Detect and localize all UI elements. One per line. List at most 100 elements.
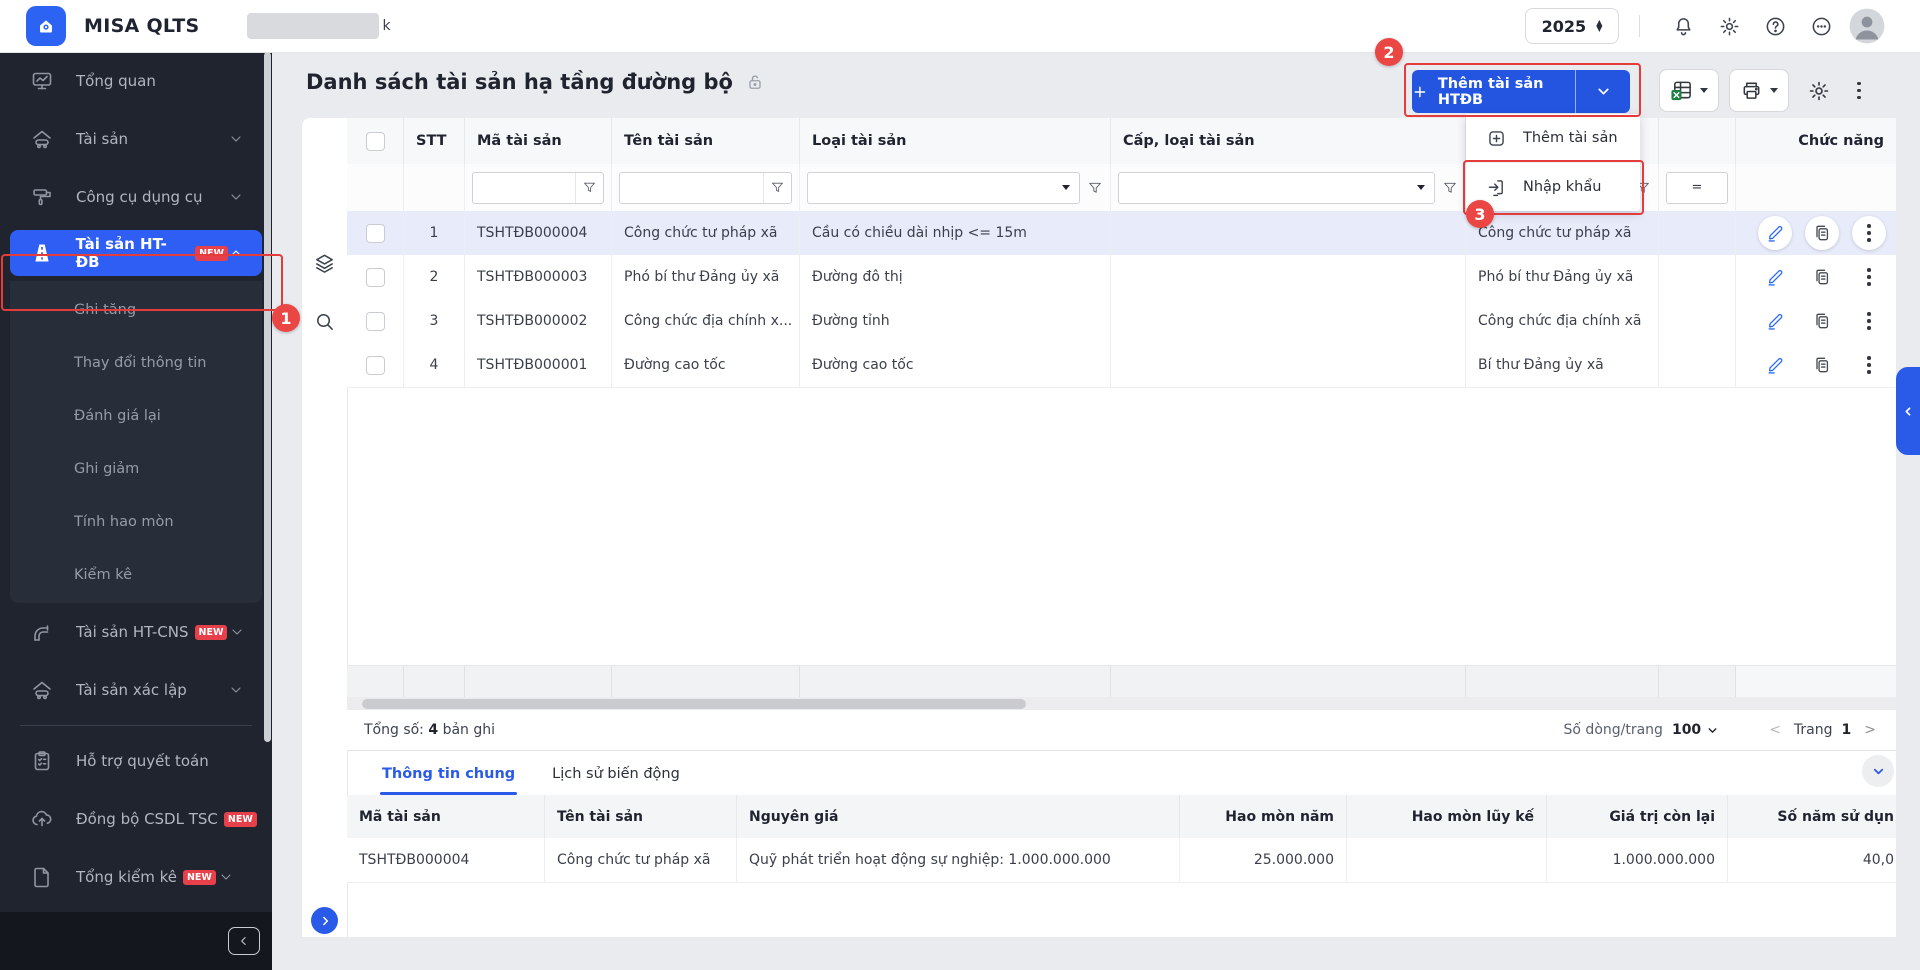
submenu-item-ghi-giam[interactable]: Ghi giảm (10, 442, 262, 495)
tab-lich-su-bien-dong[interactable]: Lịch sử biến động (550, 766, 682, 795)
col-header-ten-tai-san[interactable]: Tên tài sản (612, 118, 800, 164)
filter-ten-tai-san[interactable] (619, 171, 792, 204)
cell-ten-tai-san: Công chức tư pháp xã (612, 211, 800, 255)
cell-loai-tai-san: Đường cao tốc (800, 343, 1111, 387)
sidebar-footer (0, 912, 272, 970)
filter-funnel-icon[interactable] (1442, 180, 1458, 196)
export-excel-button[interactable] (1659, 69, 1719, 112)
sidebar-item-tong-kiem-ke[interactable]: Tổng kiểm kê NEW (0, 848, 272, 906)
table-settings-button[interactable] (1799, 70, 1839, 111)
row-more-button[interactable] (1852, 304, 1886, 338)
submenu-item-tinh-hao-mon[interactable]: Tính hao mòn (10, 495, 262, 548)
table-row[interactable]: 4 TSHTĐB000001 Đường cao tốc Đường cao t… (347, 343, 1896, 388)
filter-ma-tai-san[interactable] (472, 171, 604, 204)
rows-per-page-label: Số dòng/trang (1563, 722, 1663, 738)
filter-cap-loai-tai-san-select[interactable] (1118, 171, 1435, 204)
add-asset-htdb-button[interactable]: Thêm tài sản HTĐB (1412, 70, 1630, 113)
edit-button[interactable] (1758, 260, 1792, 294)
table-row[interactable]: 3 TSHTĐB000002 Công chức địa chính x... … (347, 299, 1896, 344)
caret-down-icon (1417, 185, 1425, 190)
sidebar-item-cong-cu-dung-cu[interactable]: Công cụ dụng cụ (0, 168, 272, 226)
user-avatar[interactable] (1844, 7, 1890, 45)
edit-button[interactable] (1758, 216, 1792, 250)
row-checkbox[interactable] (365, 267, 385, 287)
import-icon (1486, 177, 1507, 198)
row-more-button[interactable] (1852, 348, 1886, 382)
fiscal-year-selector[interactable]: 2025 ▲ ▼ (1525, 8, 1619, 44)
table-row[interactable]: 1 TSHTĐB000004 Công chức tư pháp xã Cầu … (347, 211, 1896, 256)
col-header-cap-loai-tai-san[interactable]: Cấp, loại tài sản (1111, 118, 1466, 164)
add-asset-dropdown-toggle[interactable] (1576, 70, 1630, 113)
sidebar-item-tai-san-ht-db[interactable]: Tài sản HT-ĐB NEW (10, 230, 262, 276)
cell-cap-loai (1111, 255, 1466, 299)
col-header-numeric[interactable] (1659, 118, 1736, 164)
help-icon[interactable] (1752, 15, 1798, 38)
next-page-button[interactable]: > (1860, 722, 1880, 738)
menu-item-them-tai-san[interactable]: Thêm tài sản (1466, 114, 1640, 162)
expand-panel-button[interactable] (311, 907, 338, 934)
add-asset-htdb-main[interactable]: Thêm tài sản HTĐB (1412, 70, 1575, 113)
more-options-icon[interactable] (1798, 15, 1844, 38)
print-button[interactable] (1729, 69, 1789, 112)
filter-funnel-icon[interactable] (1087, 180, 1103, 196)
sidebar-item-dong-bo-csdl-tsc[interactable]: Đồng bộ CSDL TSC NEW (0, 790, 272, 848)
filter-funnel-icon[interactable] (763, 172, 791, 203)
filter-equals-operator[interactable]: = (1666, 171, 1728, 204)
layers-icon[interactable] (313, 252, 336, 275)
row-more-button[interactable] (1852, 216, 1886, 250)
duplicate-button[interactable] (1805, 304, 1839, 338)
submenu-item-ghi-tang[interactable]: Ghi tăng (10, 283, 262, 336)
filter-input[interactable] (620, 173, 763, 203)
settings-gear-icon[interactable] (1706, 15, 1752, 38)
sidebar-item-tong-quan[interactable]: Tổng quan (0, 52, 272, 110)
sidebar-scrollbar[interactable] (264, 52, 271, 742)
sidebar-item-tai-san-ht-cns[interactable]: Tài sản HT-CNS NEW (0, 603, 272, 661)
scrollbar-thumb[interactable] (362, 698, 1026, 709)
filter-funnel-icon[interactable] (575, 172, 603, 203)
detail-collapse-button[interactable] (1862, 755, 1894, 787)
select-all-checkbox[interactable] (365, 131, 385, 151)
duplicate-button[interactable] (1805, 216, 1839, 250)
new-badge: NEW (194, 624, 228, 640)
menu-item-nhap-khau[interactable]: Nhập khẩu (1466, 162, 1640, 211)
row-checkbox[interactable] (365, 355, 385, 375)
sidebar-item-label: Tổng kiểm kê (76, 868, 177, 886)
year-stepper-icon[interactable]: ▲ ▼ (1596, 19, 1602, 33)
more-actions-button[interactable] (1849, 70, 1869, 111)
sidebar-collapse-button[interactable] (228, 927, 260, 955)
right-panel-toggle[interactable] (1896, 367, 1920, 455)
prev-page-button[interactable]: < (1765, 722, 1785, 738)
edit-button[interactable] (1758, 348, 1792, 382)
submenu-item-thay-doi-thong-tin[interactable]: Thay đổi thông tin (10, 336, 262, 389)
sidebar-item-ho-tro-quyet-toan[interactable]: Hỗ trợ quyết toán (0, 732, 272, 790)
col-header-loai-tai-san[interactable]: Loại tài sản (800, 118, 1111, 164)
notifications-bell-icon[interactable] (1660, 15, 1706, 38)
rows-per-page-select[interactable]: 100 (1672, 722, 1719, 738)
duplicate-button[interactable] (1805, 260, 1839, 294)
chevron-up-icon (228, 245, 244, 261)
sidebar-item-tai-san[interactable]: Tài sản (0, 110, 272, 168)
cell-ma-tai-san: TSHTĐB000001 (465, 343, 612, 387)
col-header-stt[interactable]: STT (404, 118, 465, 164)
row-more-button[interactable] (1852, 260, 1886, 294)
table-footer-strip (347, 665, 1896, 699)
tab-thong-tin-chung[interactable]: Thông tin chung (380, 766, 518, 795)
chevron-down-icon (218, 869, 234, 885)
fiscal-year-value: 2025 (1541, 16, 1587, 36)
col-header-ma-tai-san[interactable]: Mã tài sản (465, 118, 612, 164)
brand-name: MISA QLTS (84, 15, 200, 37)
horizontal-scrollbar[interactable] (347, 697, 1896, 710)
filter-input[interactable] (473, 173, 575, 203)
filter-loai-tai-san-select[interactable] (807, 171, 1080, 204)
edit-button[interactable] (1758, 304, 1792, 338)
row-checkbox[interactable] (365, 223, 385, 243)
unlock-icon[interactable] (745, 72, 765, 92)
duplicate-button[interactable] (1805, 348, 1839, 382)
row-checkbox[interactable] (365, 311, 385, 331)
search-icon[interactable] (313, 310, 336, 333)
table-row[interactable]: 2 TSHTĐB000003 Phó bí thư Đảng ủy xã Đườ… (347, 255, 1896, 300)
submenu-item-kiem-ke[interactable]: Kiểm kê (10, 548, 262, 601)
submenu-item-danh-gia-lai[interactable]: Đánh giá lại (10, 389, 262, 442)
detail-cell-ma: TSHTĐB000004 (347, 838, 545, 882)
sidebar-item-tai-san-xac-lap[interactable]: Tài sản xác lập (0, 661, 272, 719)
